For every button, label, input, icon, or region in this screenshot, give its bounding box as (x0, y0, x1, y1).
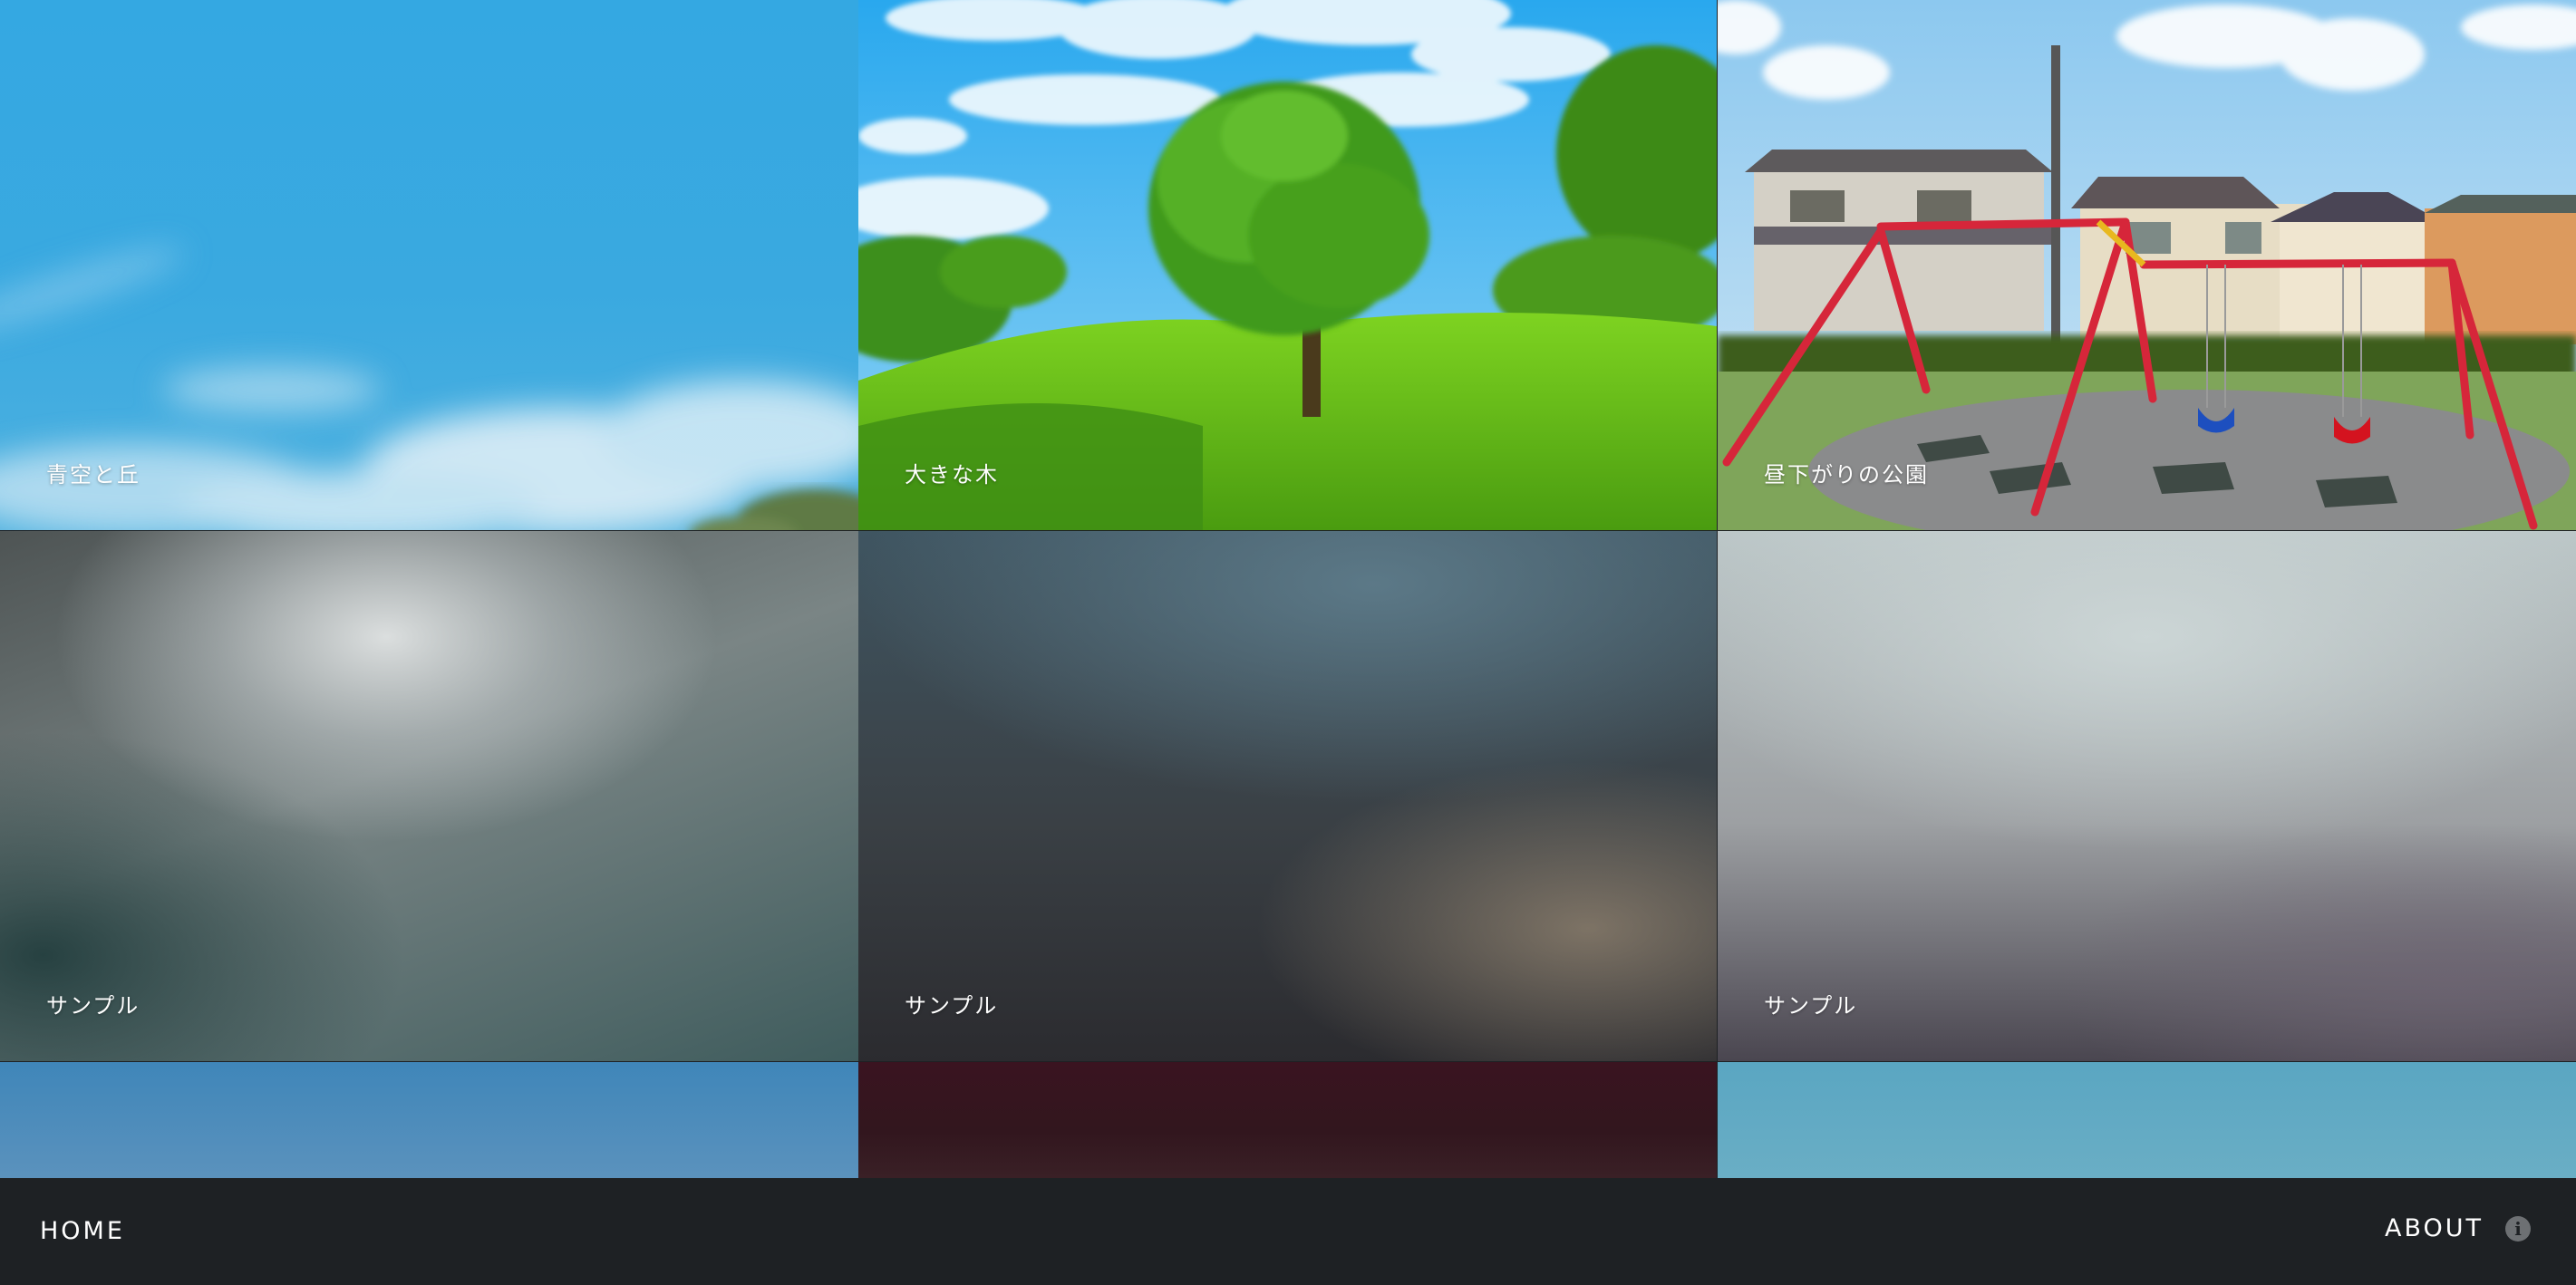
tile-caption: 青空と丘 (46, 462, 140, 488)
about-label: ABOUT (2384, 1214, 2484, 1242)
gallery-tile-partial-2[interactable] (858, 1062, 1717, 1178)
about-link[interactable]: ABOUT i (2385, 1214, 2531, 1242)
gallery-tile-sample-2[interactable]: サンプル (858, 531, 1717, 1061)
park-photo (1718, 0, 2576, 530)
footer-nav-bar: HOME ABOUT i (0, 1178, 2576, 1285)
gallery-tile-partial-3[interactable] (1718, 1062, 2576, 1178)
tile-caption: 大きな木 (905, 462, 999, 488)
gallery-tile-partial-1[interactable] (0, 1062, 858, 1178)
tile-caption: サンプル (46, 993, 140, 1019)
gallery-tile-sample-1[interactable]: サンプル (0, 531, 858, 1061)
gallery-tile-park[interactable]: 昼下がりの公園 (1718, 0, 2576, 530)
tile-caption: サンプル (905, 993, 999, 1019)
gallery-tile-sky-hill[interactable]: 青空と丘 (0, 0, 858, 530)
gallery-tile-sample-3[interactable]: サンプル (1718, 531, 2576, 1061)
big-tree-photo (858, 0, 1717, 530)
sky-hill-photo (0, 247, 858, 530)
info-icon: i (2505, 1215, 2531, 1242)
photo-grid: 青空と丘 大きな木 昼下がりの公園 サンプル サンプル サンプル (0, 0, 2576, 1178)
tile-caption: サンプル (1764, 993, 1858, 1019)
home-link[interactable]: HOME (40, 1217, 125, 1245)
gallery-tile-big-tree[interactable]: 大きな木 (858, 0, 1717, 530)
tile-caption: 昼下がりの公園 (1764, 462, 1929, 488)
